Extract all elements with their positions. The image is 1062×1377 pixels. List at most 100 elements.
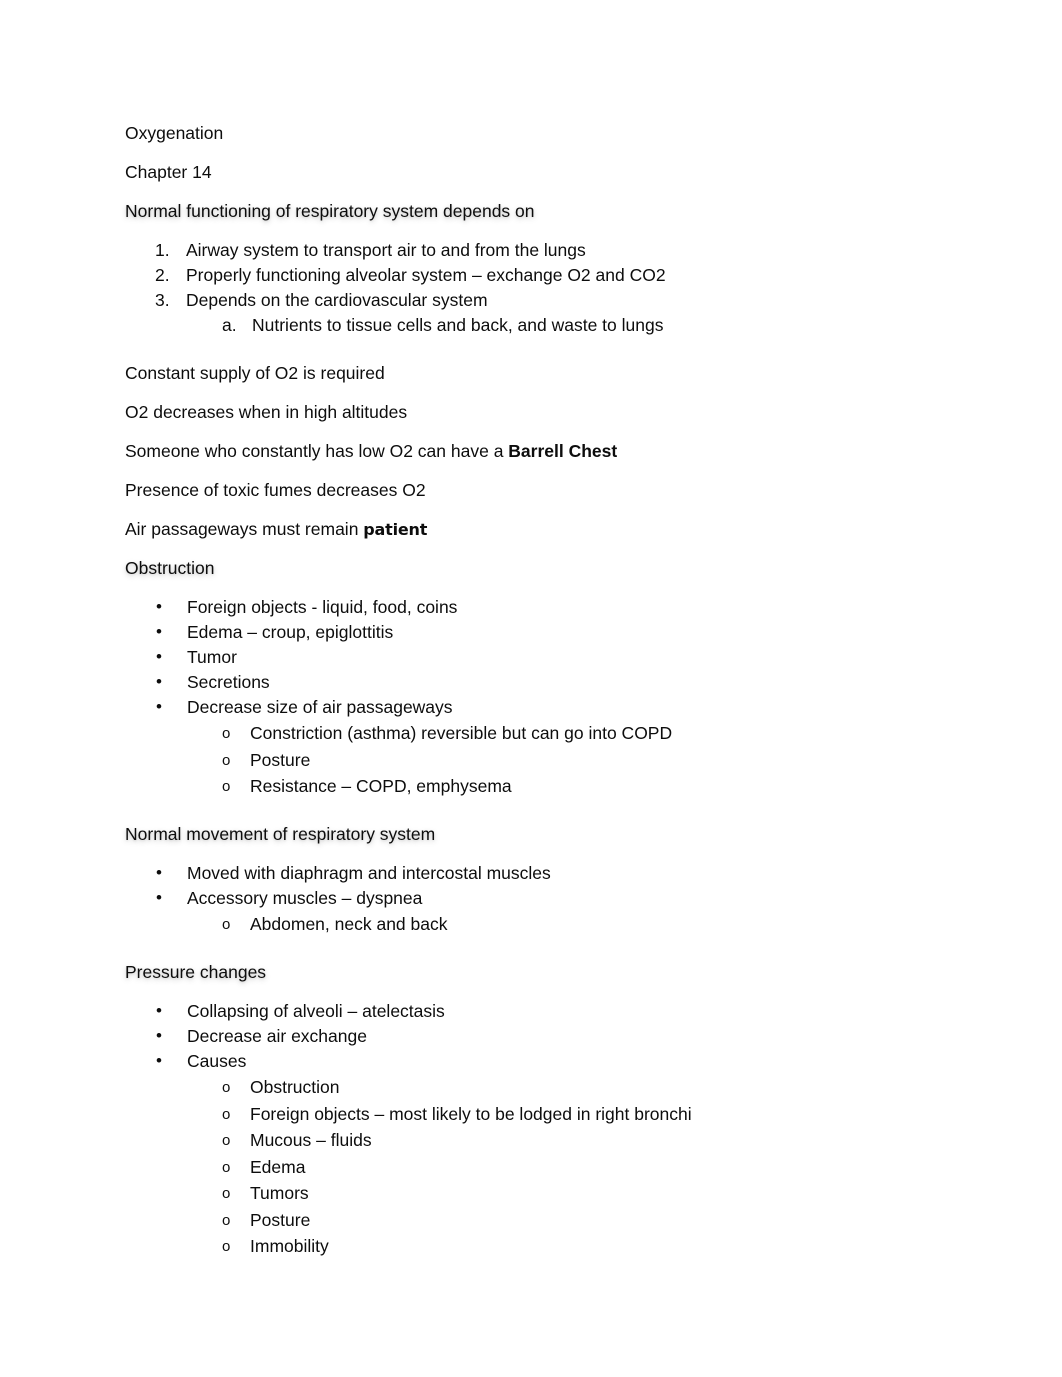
statement-toxic-fumes: Presence of toxic fumes decreases O2	[125, 479, 426, 500]
list-item-text: Edema – croup, epiglottitis	[187, 621, 394, 642]
list-item: • Foreign objects - liquid, food, coins	[125, 596, 1002, 617]
list-item-text: Nutrients to tissue cells and back, and …	[252, 315, 664, 335]
section-heading-normal-functioning: Normal functioning of respiratory system…	[125, 201, 535, 221]
patent-emphasis: patient	[363, 519, 428, 539]
list-item-text: Tumor	[187, 646, 237, 667]
circle-marker-icon: o	[222, 1105, 231, 1123]
movement-list-block: • Moved with diaphragm and intercostal m…	[125, 862, 1002, 934]
list-item-text: Secretions	[187, 671, 270, 692]
list-item-text: Mucous – fluids	[250, 1130, 372, 1150]
pressure-bullet-list: • Collapsing of alveoli – atelectasis • …	[125, 1000, 1002, 1071]
list-item: o Posture	[125, 1209, 1002, 1230]
list-item-text: Collapsing of alveoli – atelectasis	[187, 1000, 445, 1021]
list-item-text: Properly functioning alveolar system – e…	[186, 265, 666, 285]
list-item: o Edema	[125, 1156, 1002, 1177]
obstruction-sub-list: o Constriction (asthma) reversible but c…	[125, 723, 1002, 796]
movement-sub-list: o Abdomen, neck and back	[125, 914, 1002, 934]
list-item-text: Depends on the cardiovascular system	[186, 290, 488, 310]
list-marker: a.	[222, 315, 237, 335]
patent-prefix: Air passageways must remain	[125, 518, 364, 539]
list-item-text: Tumors	[250, 1183, 309, 1203]
list-marker: 1.	[155, 240, 170, 260]
bullet-icon: •	[156, 621, 162, 641]
list-item: 2. Properly functioning alveolar system …	[125, 265, 1002, 285]
statement-barrell-chest: Someone who constantly has low O2 can ha…	[125, 440, 1002, 461]
list-item-text: Foreign objects - liquid, food, coins	[187, 596, 458, 617]
section-heading-normal-movement: Normal movement of respiratory system	[125, 823, 436, 844]
depends-sub-list: a. Nutrients to tissue cells and back, a…	[125, 315, 1002, 335]
section-heading-pressure-changes: Pressure changes	[125, 961, 267, 982]
circle-marker-icon: o	[222, 916, 231, 933]
list-item-text: Constriction (asthma) reversible but can…	[250, 723, 673, 743]
movement-bullet-list: • Moved with diaphragm and intercostal m…	[125, 862, 1002, 908]
list-item: • Collapsing of alveoli – atelectasis	[125, 1000, 1002, 1021]
pressure-list-block: • Collapsing of alveoli – atelectasis • …	[125, 1000, 1002, 1256]
bullet-icon: •	[156, 596, 162, 616]
circle-marker-icon: o	[222, 1238, 231, 1255]
list-item: o Posture	[125, 749, 1002, 770]
list-item-text: Immobility	[250, 1236, 329, 1256]
chapter-label: Chapter 14	[125, 162, 212, 182]
circle-marker-icon: o	[222, 1185, 231, 1202]
list-marker: 2.	[155, 265, 170, 285]
circle-marker-icon: o	[222, 1132, 231, 1149]
bullet-icon: •	[156, 696, 162, 716]
bullet-icon: •	[156, 1000, 162, 1020]
list-item: o Resistance – COPD, emphysema	[125, 776, 1002, 796]
list-item: a. Nutrients to tissue cells and back, a…	[125, 315, 1002, 335]
circle-marker-icon: o	[222, 1158, 231, 1176]
list-item: • Decrease size of air passageways	[125, 696, 1002, 717]
bullet-icon: •	[156, 1050, 162, 1070]
document-body: Oxygenation Chapter 14 Normal functionin…	[0, 123, 1062, 1256]
bullet-icon: •	[156, 646, 162, 666]
list-item-text: Decrease size of air passageways	[187, 696, 453, 717]
list-item: o Mucous – fluids	[125, 1130, 1002, 1150]
list-item: • Causes	[125, 1050, 1002, 1071]
statement-high-altitudes: O2 decreases when in high altitudes	[125, 401, 408, 422]
list-marker: 3.	[155, 290, 170, 310]
bullet-icon: •	[156, 671, 162, 691]
list-item: 3. Depends on the cardiovascular system	[125, 290, 1002, 310]
list-item-text: Airway system to transport air to and fr…	[186, 240, 586, 260]
depends-list-block: 1. Airway system to transport air to and…	[125, 240, 1002, 335]
list-item: 1. Airway system to transport air to and…	[125, 240, 1002, 260]
list-item-text: Abdomen, neck and back	[250, 914, 448, 934]
barrell-chest-prefix: Someone who constantly has low O2 can ha…	[125, 440, 509, 461]
list-item: • Accessory muscles – dyspnea	[125, 887, 1002, 908]
list-item-text: Accessory muscles – dyspnea	[187, 887, 423, 908]
circle-marker-icon: o	[222, 725, 231, 742]
bullet-icon: •	[156, 887, 162, 907]
circle-marker-icon: o	[222, 778, 231, 795]
list-item-text: Moved with diaphragm and intercostal mus…	[187, 862, 551, 883]
list-item-text: Posture	[250, 1209, 311, 1230]
list-item: • Decrease air exchange	[125, 1025, 1002, 1046]
statement-constant-supply: Constant supply of O2 is required	[125, 362, 385, 383]
barrell-chest-emphasis: Barrell Chest	[508, 440, 618, 461]
document-title: Oxygenation	[125, 123, 224, 143]
list-item-text: Posture	[250, 749, 311, 770]
list-item: o Immobility	[125, 1236, 1002, 1256]
section-heading-obstruction: Obstruction	[125, 557, 215, 578]
depends-numbered-list: 1. Airway system to transport air to and…	[125, 240, 1002, 310]
list-item: o Obstruction	[125, 1077, 1002, 1097]
bullet-icon: •	[156, 862, 162, 882]
circle-marker-icon: o	[222, 1079, 231, 1096]
list-item-text: Foreign objects – most likely to be lodg…	[250, 1103, 692, 1124]
pressure-sub-list: o Obstruction o Foreign objects – most l…	[125, 1077, 1002, 1256]
bullet-icon: •	[156, 1025, 162, 1045]
obstruction-list-block: • Foreign objects - liquid, food, coins …	[125, 596, 1002, 796]
list-item: • Tumor	[125, 646, 1002, 667]
circle-marker-icon: o	[222, 1211, 231, 1229]
list-item: • Secretions	[125, 671, 1002, 692]
list-item: o Foreign objects – most likely to be lo…	[125, 1103, 1002, 1124]
list-item: o Tumors	[125, 1183, 1002, 1203]
statement-air-passageways: Air passageways must remain patient	[125, 518, 1002, 539]
list-item-text: Causes	[187, 1050, 247, 1071]
list-item-text: Obstruction	[250, 1077, 340, 1097]
list-item-text: Edema	[250, 1156, 306, 1177]
circle-marker-icon: o	[222, 751, 231, 769]
list-item: o Abdomen, neck and back	[125, 914, 1002, 934]
list-item-text: Resistance – COPD, emphysema	[250, 776, 512, 796]
obstruction-bullet-list: • Foreign objects - liquid, food, coins …	[125, 596, 1002, 717]
list-item: • Edema – croup, epiglottitis	[125, 621, 1002, 642]
